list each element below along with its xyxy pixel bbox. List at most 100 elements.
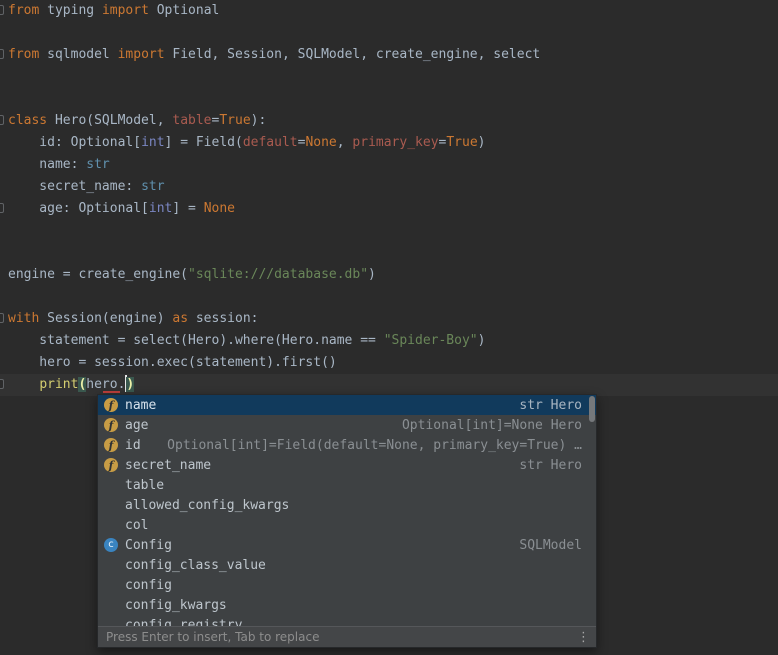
- code-line[interactable]: id: Optional[int] = Field(default=None, …: [0, 132, 778, 154]
- code-token: typing: [39, 3, 102, 18]
- code-line[interactable]: hero = session.exec(statement).first(): [0, 352, 778, 374]
- completion-item-type: Optional[int]=Field(default=None, primar…: [155, 438, 582, 453]
- icon-spacer: [104, 618, 118, 626]
- fold-marker-icon[interactable]: [0, 203, 4, 213]
- code-token: with: [8, 311, 39, 326]
- fold-marker-icon[interactable]: [0, 115, 4, 125]
- completion-item-label: table: [125, 478, 164, 493]
- code-token: default: [243, 135, 298, 150]
- code-token: session:: [188, 311, 258, 326]
- completion-footer: Press Enter to insert, Tab to replace ⋮: [98, 626, 596, 647]
- code-line[interactable]: statement = select(Hero).where(Hero.name…: [0, 330, 778, 352]
- code-token: hero.: [86, 377, 125, 392]
- completion-item-label: id: [125, 438, 141, 453]
- code-token: [8, 377, 39, 392]
- completion-item[interactable]: config: [98, 575, 596, 595]
- completion-item-label: secret_name: [125, 458, 211, 473]
- class-icon: c: [104, 538, 118, 552]
- fold-marker-icon[interactable]: [0, 5, 4, 15]
- code-token: table: [172, 113, 211, 128]
- code-token: ):: [251, 113, 267, 128]
- completion-item-label: config: [125, 578, 172, 593]
- completion-item[interactable]: config_kwargs: [98, 595, 596, 615]
- code-token: statement = select(Hero).where(Hero.name…: [8, 333, 384, 348]
- completion-item-label: config_kwargs: [125, 598, 227, 613]
- code-line[interactable]: [0, 286, 778, 308]
- code-line[interactable]: [0, 220, 778, 242]
- field-icon: f: [104, 418, 118, 432]
- code-token: ): [478, 135, 486, 150]
- fold-marker-icon[interactable]: [0, 49, 4, 59]
- code-token: sqlmodel: [39, 47, 117, 62]
- icon-spacer: [104, 478, 118, 492]
- code-line[interactable]: with Session(engine) as session:: [0, 308, 778, 330]
- completion-item-label: config_class_value: [125, 558, 266, 573]
- completion-item[interactable]: allowed_config_kwargs: [98, 495, 596, 515]
- code-token: ] =: [172, 201, 203, 216]
- icon-spacer: [104, 578, 118, 592]
- code-token: ] = Field(: [165, 135, 243, 150]
- code-token: None: [305, 135, 336, 150]
- code-token: age: Optional[: [8, 201, 149, 216]
- code-line[interactable]: secret_name: str: [0, 176, 778, 198]
- icon-spacer: [104, 558, 118, 572]
- completion-hint-text: Press Enter to insert, Tab to replace: [106, 630, 319, 644]
- code-line[interactable]: [0, 66, 778, 88]
- icon-spacer: [104, 498, 118, 512]
- completion-item[interactable]: cConfigSQLModel: [98, 535, 596, 555]
- code-token: as: [172, 311, 188, 326]
- code-line[interactable]: class Hero(SQLModel, table=True):: [0, 110, 778, 132]
- icon-spacer: [104, 518, 118, 532]
- completion-item[interactable]: table: [98, 475, 596, 495]
- code-token: class: [8, 113, 47, 128]
- code-line[interactable]: age: Optional[int] = None: [0, 198, 778, 220]
- code-line[interactable]: [0, 88, 778, 110]
- code-token: import: [118, 47, 165, 62]
- code-line[interactable]: from sqlmodel import Field, Session, SQL…: [0, 44, 778, 66]
- code-line[interactable]: name: str: [0, 154, 778, 176]
- code-token: True: [446, 135, 477, 150]
- code-token: str: [141, 179, 164, 194]
- code-line[interactable]: [0, 22, 778, 44]
- code-token: ): [368, 267, 376, 282]
- completion-item-type: SQLModel: [507, 538, 582, 553]
- completion-item[interactable]: fid Optional[int]=Field(default=None, pri…: [98, 435, 596, 455]
- error-underline: [103, 391, 120, 393]
- popup-scrollbar[interactable]: [589, 396, 595, 422]
- code-token: import: [102, 3, 149, 18]
- field-icon: f: [104, 438, 118, 452]
- completion-item[interactable]: fnamestr Hero: [98, 395, 596, 415]
- field-icon: f: [104, 458, 118, 472]
- completion-item[interactable]: fage Optional[int]=None Hero: [98, 415, 596, 435]
- code-token: secret_name:: [8, 179, 141, 194]
- code-line[interactable]: from typing import Optional: [0, 0, 778, 22]
- code-token: primary_key: [352, 135, 438, 150]
- code-token: from: [8, 47, 39, 62]
- code-token: print: [39, 377, 78, 392]
- completion-item[interactable]: config_registry: [98, 615, 596, 626]
- code-token: "Spider-Boy": [384, 333, 478, 348]
- code-token: engine = create_engine(: [8, 267, 188, 282]
- completion-item-label: age: [125, 418, 148, 433]
- code-line[interactable]: engine = create_engine("sqlite:///databa…: [0, 264, 778, 286]
- code-token: True: [219, 113, 250, 128]
- more-options-icon[interactable]: ⋮: [577, 630, 590, 645]
- code-token: id: Optional[: [8, 135, 141, 150]
- completion-list: fnamestr HerofageOptional[int]=None Hero…: [98, 395, 596, 626]
- completion-item[interactable]: col: [98, 515, 596, 535]
- completion-item[interactable]: fsecret_namestr Hero: [98, 455, 596, 475]
- code-token: from: [8, 3, 39, 18]
- code-token: None: [204, 201, 235, 216]
- code-token: ): [126, 377, 134, 392]
- completion-item-type: Optional[int]=None Hero: [390, 418, 582, 433]
- fold-marker-icon[interactable]: [0, 313, 4, 323]
- icon-spacer: [104, 598, 118, 612]
- code-token: int: [141, 135, 164, 150]
- code-token: str: [86, 157, 109, 172]
- code-token: Optional: [149, 3, 219, 18]
- code-line[interactable]: [0, 242, 778, 264]
- completion-popup: fnamestr HerofageOptional[int]=None Hero…: [97, 394, 597, 648]
- fold-marker-icon[interactable]: [0, 379, 4, 389]
- completion-item[interactable]: config_class_value: [98, 555, 596, 575]
- code-token: name:: [8, 157, 86, 172]
